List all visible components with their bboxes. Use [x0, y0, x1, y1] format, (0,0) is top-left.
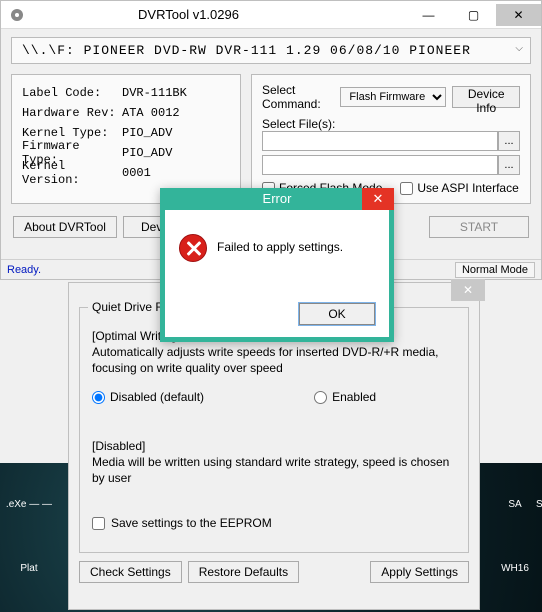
titlebar[interactable]: DVRTool v1.0296 — ▢ ✕ — [1, 1, 541, 29]
device-info-button[interactable]: Device Info — [452, 86, 520, 108]
info-row: Label Code:DVR-111BK — [22, 83, 230, 103]
about-button[interactable]: About DVRTool — [13, 216, 117, 238]
section-heading: [Disabled] — [92, 438, 456, 454]
desktop-icon[interactable]: .eXe — — — [4, 499, 54, 510]
device-string-text: \\.\F: PIONEER DVD-RW DVR-111 1.29 06/08… — [22, 43, 471, 58]
restore-defaults-button[interactable]: Restore Defaults — [188, 561, 299, 583]
file-input-1[interactable] — [262, 131, 498, 151]
chevron-down-icon: ⌵ — [515, 43, 524, 55]
error-message: Failed to apply settings. — [217, 240, 343, 254]
select-command-label: Select Command: — [262, 83, 334, 111]
apply-settings-button[interactable]: Apply Settings — [370, 561, 469, 583]
app-icon — [9, 7, 25, 23]
browse-button[interactable]: ... — [498, 131, 520, 151]
desktop-icon[interactable]: Plat — [4, 563, 54, 574]
error-icon — [179, 234, 207, 262]
quiet-drive-group: Quiet Drive Fea [Optimal Writing Automat… — [79, 307, 469, 553]
close-button[interactable]: ✕ — [496, 4, 541, 26]
status-text: Ready. — [7, 264, 41, 276]
desktop-icon[interactable]: SA — [490, 499, 540, 510]
check-settings-button[interactable]: Check Settings — [79, 561, 182, 583]
error-dialog: Error ✕ Failed to apply settings. OK — [160, 188, 394, 342]
section-desc: Automatically adjusts write speeds for i… — [92, 344, 456, 376]
device-selector[interactable]: \\.\F: PIONEER DVD-RW DVR-111 1.29 06/08… — [11, 37, 531, 64]
aspi-checkbox[interactable]: Use ASPI Interface — [400, 181, 518, 195]
file-input-2[interactable] — [262, 155, 498, 175]
start-button[interactable]: START — [429, 216, 529, 238]
close-button[interactable]: ✕ — [451, 279, 485, 301]
desktop-icon[interactable]: WH16 — [490, 563, 540, 574]
maximize-button[interactable]: ▢ — [451, 4, 496, 26]
window-title: DVRTool v1.0296 — [31, 7, 346, 22]
save-eeprom-checkbox[interactable]: Save settings to the EEPROM — [92, 516, 456, 530]
minimize-button[interactable]: — — [406, 4, 451, 26]
command-select[interactable]: Flash Firmware — [340, 87, 446, 107]
command-box: Select Command: Flash Firmware Device In… — [251, 74, 531, 204]
info-row: Kernel Version:0001 — [22, 163, 230, 183]
mode-indicator: Normal Mode — [455, 262, 535, 278]
ok-button[interactable]: OK — [299, 303, 375, 325]
enabled-radio[interactable]: Enabled — [314, 390, 376, 404]
section-desc: Media will be written using standard wri… — [92, 454, 456, 486]
browse-button[interactable]: ... — [498, 155, 520, 175]
info-row: Hardware Rev:ATA 0012 — [22, 103, 230, 123]
select-files-label: Select File(s): — [262, 117, 520, 131]
dialog-title[interactable]: Error ✕ — [160, 188, 394, 210]
device-info-box: Label Code:DVR-111BK Hardware Rev:ATA 00… — [11, 74, 241, 204]
close-button[interactable]: ✕ — [362, 188, 394, 210]
desktop-icon[interactable]: SH — [518, 499, 542, 510]
disabled-radio[interactable]: Disabled (default) — [92, 390, 204, 404]
